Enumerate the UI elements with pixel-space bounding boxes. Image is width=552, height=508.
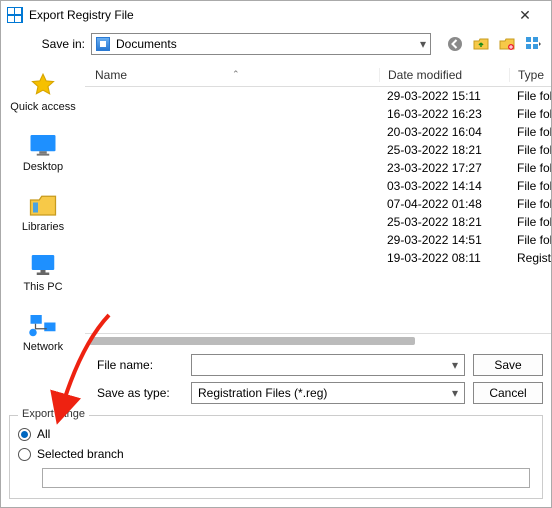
table-row[interactable]: 19-03-2022 08:11Registration Entries [85, 249, 551, 267]
save-in-row: Save in: Documents ▾ [1, 29, 551, 63]
radio-all[interactable] [18, 428, 31, 441]
sort-arrow-icon: ⌃ [232, 69, 240, 80]
save-as-type-dropdown[interactable]: Registration Files (*.reg) ▾ [191, 382, 465, 404]
desktop-icon [27, 131, 59, 159]
table-row[interactable]: 03-03-2022 14:14File folder [85, 177, 551, 195]
chevron-down-icon: ▾ [420, 37, 426, 51]
table-row[interactable]: 07-04-2022 01:48File folder [85, 195, 551, 213]
file-rows[interactable]: 29-03-2022 15:11File folder16-03-2022 16… [85, 87, 551, 333]
cancel-button[interactable]: Cancel [473, 382, 543, 404]
column-name[interactable]: ⌃Name [85, 68, 379, 82]
export-range-group: Export range All Selected branch [9, 415, 543, 499]
table-row[interactable]: 25-03-2022 18:21File folder [85, 213, 551, 231]
cell-type: Registration Entries [509, 251, 551, 265]
cell-date: 19-03-2022 08:11 [379, 251, 509, 265]
file-name-label: File name: [93, 358, 183, 372]
chevron-down-icon[interactable]: ▾ [452, 386, 458, 400]
views-icon[interactable] [523, 34, 543, 54]
cell-date: 16-03-2022 16:23 [379, 107, 509, 121]
file-name-input[interactable]: ▾ [191, 354, 465, 376]
place-network[interactable]: Network [1, 307, 85, 357]
chevron-down-icon[interactable]: ▾ [452, 358, 458, 372]
place-label: Libraries [22, 221, 64, 233]
place-label: This PC [23, 281, 62, 293]
column-type[interactable]: Type [509, 68, 551, 82]
table-row[interactable]: 23-03-2022 17:27File folder [85, 159, 551, 177]
cell-date: 25-03-2022 18:21 [379, 143, 509, 157]
place-quick-access[interactable]: Quick access [1, 67, 85, 117]
pc-icon [27, 251, 59, 279]
documents-icon [96, 37, 110, 51]
cell-date: 29-03-2022 14:51 [379, 233, 509, 247]
radio-selected-label: Selected branch [37, 447, 124, 461]
network-icon [27, 311, 59, 339]
save-as-type-label: Save as type: [93, 386, 183, 400]
save-in-label: Save in: [9, 37, 85, 51]
horizontal-scrollbar[interactable] [85, 333, 551, 347]
save-as-type-value: Registration Files (*.reg) [198, 386, 452, 400]
window-title: Export Registry File [29, 8, 505, 22]
export-range-legend: Export range [18, 408, 89, 420]
place-label: Network [23, 341, 63, 353]
radio-all-row[interactable]: All [18, 424, 534, 444]
save-in-value: Documents [116, 37, 414, 51]
save-button[interactable]: Save [473, 354, 543, 376]
radio-selected-row[interactable]: Selected branch [18, 444, 534, 464]
titlebar: Export Registry File ✕ [1, 1, 551, 29]
radio-selected-branch[interactable] [18, 448, 31, 461]
cell-type: File folder [509, 161, 551, 175]
column-date[interactable]: Date modified [379, 68, 509, 82]
cell-type: File folder [509, 107, 551, 121]
form-rows: File name: ▾ Save Save as type: Registra… [85, 347, 551, 411]
regedit-icon [7, 7, 23, 23]
table-row[interactable]: 25-03-2022 18:21File folder [85, 141, 551, 159]
place-desktop[interactable]: Desktop [1, 127, 85, 177]
column-headers: ⌃Name Date modified Type [85, 63, 551, 87]
places-bar: Quick access Desktop Libraries This PC N… [1, 63, 85, 411]
table-row[interactable]: 29-03-2022 15:11File folder [85, 87, 551, 105]
cell-type: File folder [509, 89, 551, 103]
cell-date: 29-03-2022 15:11 [379, 89, 509, 103]
star-icon [27, 71, 59, 99]
folder-up-icon[interactable] [471, 34, 491, 54]
table-row[interactable]: 16-03-2022 16:23File folder [85, 105, 551, 123]
place-label: Desktop [23, 161, 63, 173]
libraries-icon [27, 191, 59, 219]
cell-date: 20-03-2022 16:04 [379, 125, 509, 139]
place-libraries[interactable]: Libraries [1, 187, 85, 237]
cell-type: File folder [509, 233, 551, 247]
radio-all-label: All [37, 427, 50, 441]
cell-type: File folder [509, 179, 551, 193]
table-row[interactable]: 20-03-2022 16:04File folder [85, 123, 551, 141]
cell-date: 07-04-2022 01:48 [379, 197, 509, 211]
cell-date: 25-03-2022 18:21 [379, 215, 509, 229]
nav-icons [445, 34, 543, 54]
cell-type: File folder [509, 197, 551, 211]
new-folder-icon[interactable] [497, 34, 517, 54]
close-button[interactable]: ✕ [505, 7, 545, 24]
selected-branch-input[interactable] [42, 468, 530, 488]
place-label: Quick access [10, 101, 75, 113]
file-list-area: ⌃Name Date modified Type 29-03-2022 15:1… [85, 63, 551, 411]
cell-type: File folder [509, 215, 551, 229]
scrollbar-thumb[interactable] [89, 337, 415, 345]
cell-date: 23-03-2022 17:27 [379, 161, 509, 175]
save-in-dropdown[interactable]: Documents ▾ [91, 33, 431, 55]
cell-type: File folder [509, 143, 551, 157]
file-name-field[interactable] [198, 357, 452, 373]
table-row[interactable]: 29-03-2022 14:51File folder [85, 231, 551, 249]
cell-date: 03-03-2022 14:14 [379, 179, 509, 193]
cell-type: File folder [509, 125, 551, 139]
back-icon[interactable] [445, 34, 465, 54]
place-this-pc[interactable]: This PC [1, 247, 85, 297]
middle-area: Quick access Desktop Libraries This PC N… [1, 63, 551, 411]
